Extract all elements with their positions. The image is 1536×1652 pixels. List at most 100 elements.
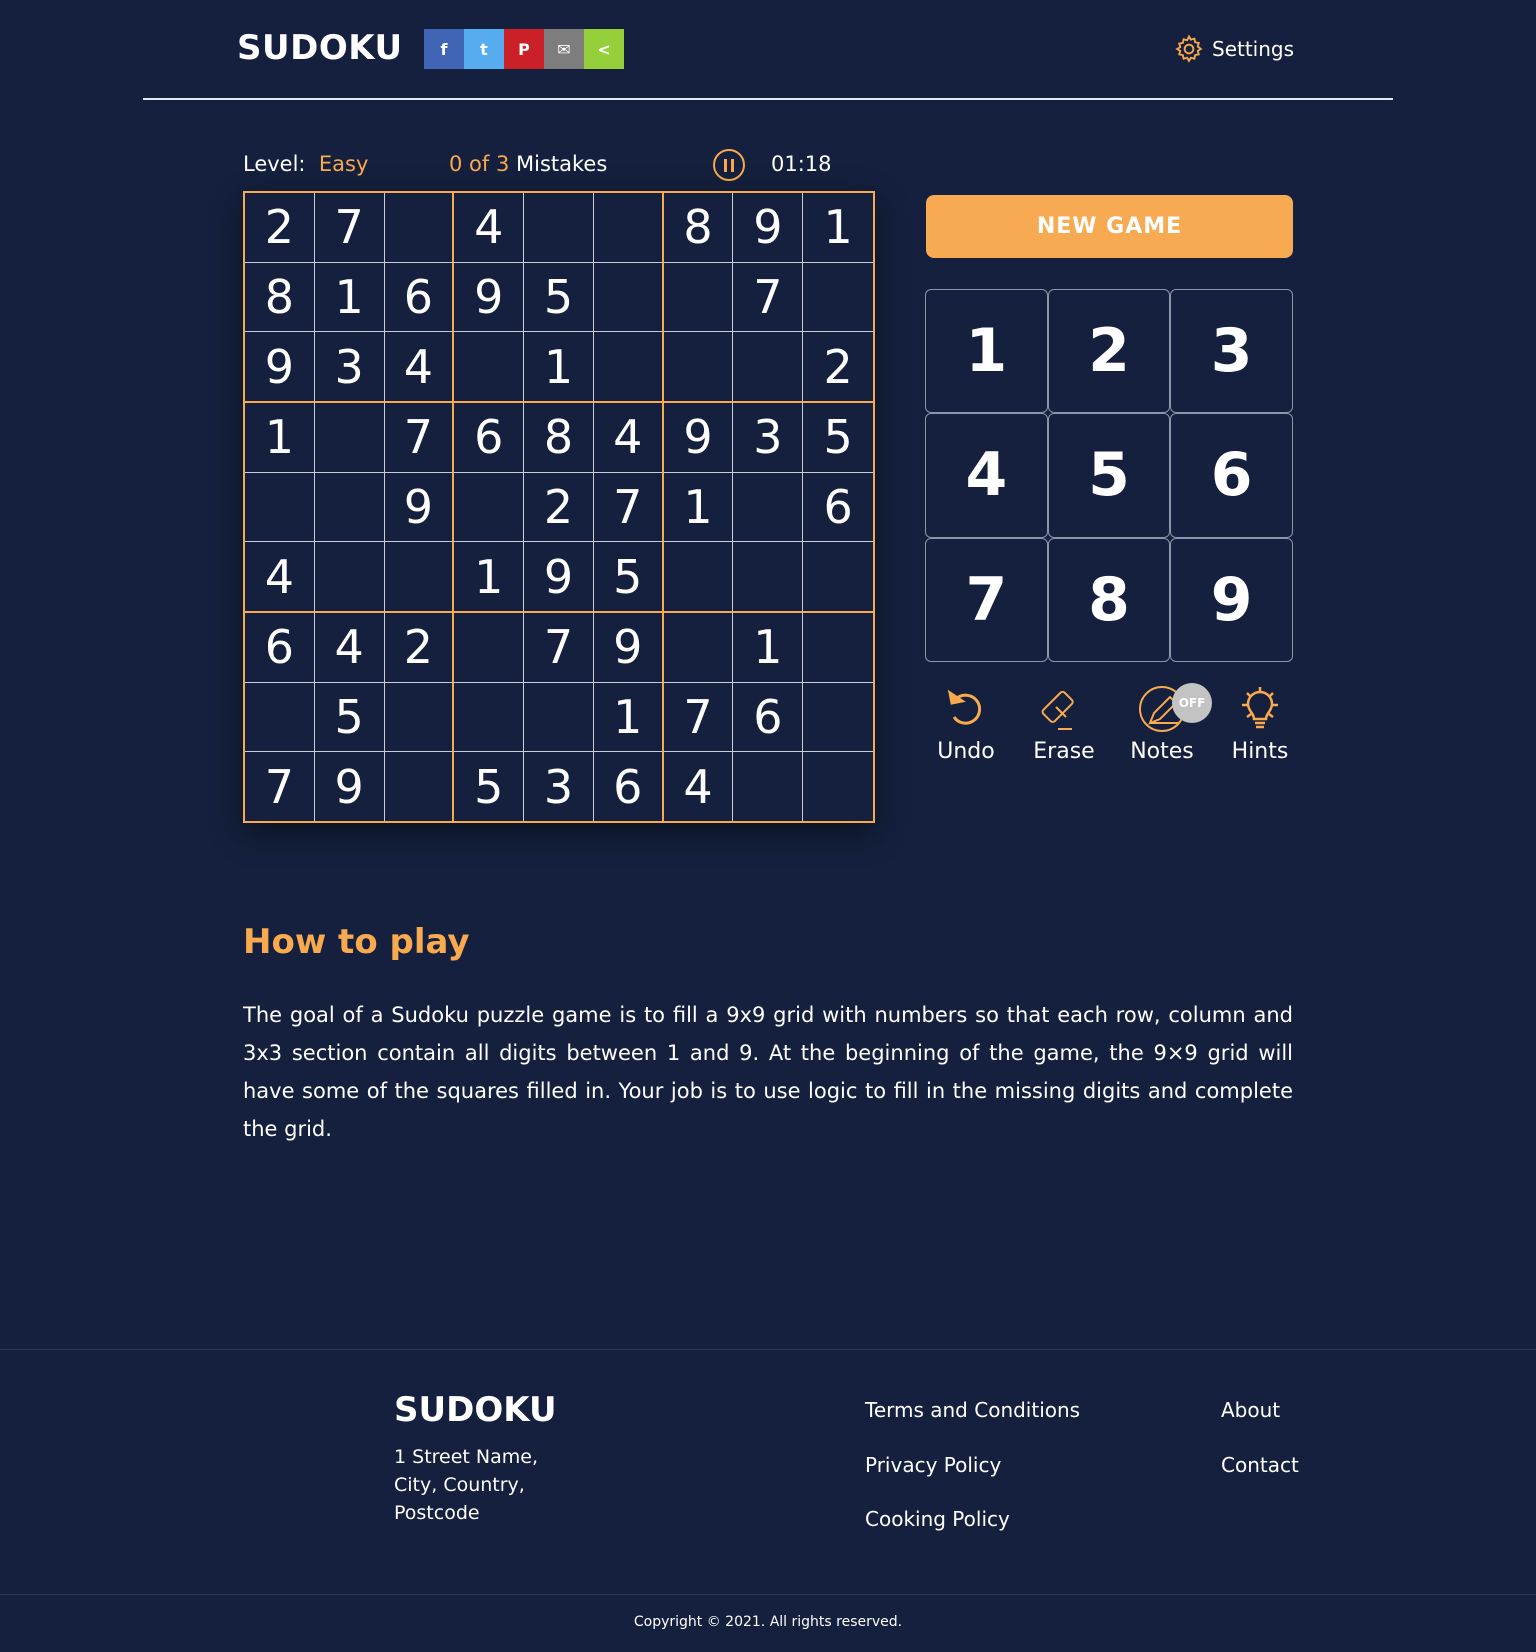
grid-cell[interactable]: 9 [315,752,385,821]
grid-cell[interactable] [384,193,455,263]
grid-cell[interactable] [733,542,804,613]
grid-cell[interactable] [314,472,385,543]
grid-cell[interactable] [733,472,804,543]
grid-cell[interactable] [733,752,804,821]
grid-cell[interactable] [454,332,525,403]
grid-cell[interactable]: 9 [384,472,455,543]
grid-cell[interactable]: 9 [245,332,315,403]
grid-cell[interactable]: 7 [663,682,734,753]
grid-cell[interactable]: 5 [803,403,873,473]
grid-cell[interactable] [733,332,804,403]
footer-link-contact[interactable]: Contact [1221,1453,1299,1477]
grid-cell[interactable] [385,752,455,821]
number-button-4[interactable]: 4 [925,413,1048,538]
number-button-9[interactable]: 9 [1170,537,1293,662]
grid-cell[interactable] [663,332,734,403]
grid-cell[interactable] [593,262,664,333]
undo-button[interactable]: Undo [918,685,1014,764]
erase-button[interactable]: Erase [1016,685,1112,764]
grid-cell[interactable] [803,263,873,333]
pinterest-icon[interactable]: P [504,29,544,69]
grid-cell[interactable]: 3 [524,752,594,821]
grid-cell[interactable] [245,472,315,543]
grid-cell[interactable]: 7 [593,472,664,543]
new-game-button[interactable]: NEW GAME [926,195,1293,258]
grid-cell[interactable]: 3 [314,332,385,403]
grid-cell[interactable]: 1 [245,402,315,473]
grid-cell[interactable]: 4 [454,193,525,263]
grid-cell[interactable]: 9 [524,542,594,613]
grid-cell[interactable]: 1 [454,542,525,613]
grid-cell[interactable]: 6 [245,612,315,683]
hints-button[interactable]: Hints [1212,685,1308,764]
grid-cell[interactable]: 8 [245,262,315,333]
facebook-icon[interactable]: f [424,29,464,69]
number-button-3[interactable]: 3 [1170,289,1293,414]
number-button-1[interactable]: 1 [925,289,1048,414]
grid-cell[interactable]: 8 [524,402,594,473]
grid-cell[interactable] [593,193,664,263]
grid-cell[interactable] [314,402,385,473]
grid-cell[interactable]: 9 [733,193,804,263]
grid-cell[interactable] [384,542,455,613]
grid-cell[interactable] [314,542,385,613]
share-icon[interactable]: < [584,29,624,69]
grid-cell[interactable] [803,542,873,613]
number-button-6[interactable]: 6 [1170,413,1293,538]
grid-cell[interactable]: 1 [524,332,594,403]
grid-cell[interactable]: 5 [314,682,385,753]
grid-cell[interactable]: 6 [733,682,804,753]
grid-cell[interactable]: 5 [593,542,664,613]
twitter-icon[interactable]: t [464,29,504,69]
number-button-5[interactable]: 5 [1047,413,1171,538]
email-icon[interactable]: ✉ [544,29,584,69]
grid-cell[interactable] [384,682,455,753]
pause-button[interactable] [713,149,745,181]
notes-toggle-badge[interactable]: OFF [1172,683,1212,723]
notes-button[interactable]: OFF Notes [1114,683,1212,764]
grid-cell[interactable]: 9 [663,402,734,473]
grid-cell[interactable] [803,683,873,753]
grid-cell[interactable]: 1 [663,472,734,543]
grid-cell[interactable]: 7 [733,262,804,333]
grid-cell[interactable]: 7 [245,752,315,821]
footer-link-about[interactable]: About [1221,1398,1280,1422]
footer-link-cooking[interactable]: Cooking Policy [865,1507,1010,1531]
grid-cell[interactable]: 2 [384,612,455,683]
grid-cell[interactable]: 5 [454,752,525,821]
grid-cell[interactable]: 6 [454,402,525,473]
footer-link-privacy[interactable]: Privacy Policy [865,1453,1001,1477]
grid-cell[interactable]: 4 [384,332,455,403]
grid-cell[interactable]: 4 [664,752,734,821]
grid-cell[interactable]: 9 [454,262,525,333]
grid-cell[interactable] [663,542,734,613]
grid-cell[interactable]: 4 [314,612,385,683]
grid-cell[interactable]: 7 [524,612,594,683]
grid-cell[interactable]: 1 [733,612,804,683]
grid-cell[interactable]: 2 [803,332,873,403]
settings-button[interactable]: Settings [1174,34,1294,64]
grid-cell[interactable]: 7 [384,402,455,473]
grid-cell[interactable] [524,193,594,263]
grid-cell[interactable] [803,752,873,821]
grid-cell[interactable]: 6 [384,262,455,333]
grid-cell[interactable] [454,472,525,543]
grid-cell[interactable]: 4 [245,542,315,613]
grid-cell[interactable]: 6 [594,752,664,821]
grid-cell[interactable]: 8 [663,193,734,263]
grid-cell[interactable]: 1 [803,193,873,263]
grid-cell[interactable] [663,262,734,333]
grid-cell[interactable]: 1 [593,682,664,753]
grid-cell[interactable]: 1 [314,262,385,333]
grid-cell[interactable]: 6 [803,473,873,543]
grid-cell[interactable] [663,612,734,683]
grid-cell[interactable] [593,332,664,403]
footer-link-terms[interactable]: Terms and Conditions [865,1398,1080,1422]
grid-cell[interactable] [524,682,594,753]
grid-cell[interactable]: 3 [733,402,804,473]
grid-cell[interactable] [454,682,525,753]
grid-cell[interactable] [454,612,525,683]
grid-cell[interactable]: 5 [524,262,594,333]
grid-cell[interactable]: 2 [524,472,594,543]
grid-cell[interactable] [245,682,315,753]
